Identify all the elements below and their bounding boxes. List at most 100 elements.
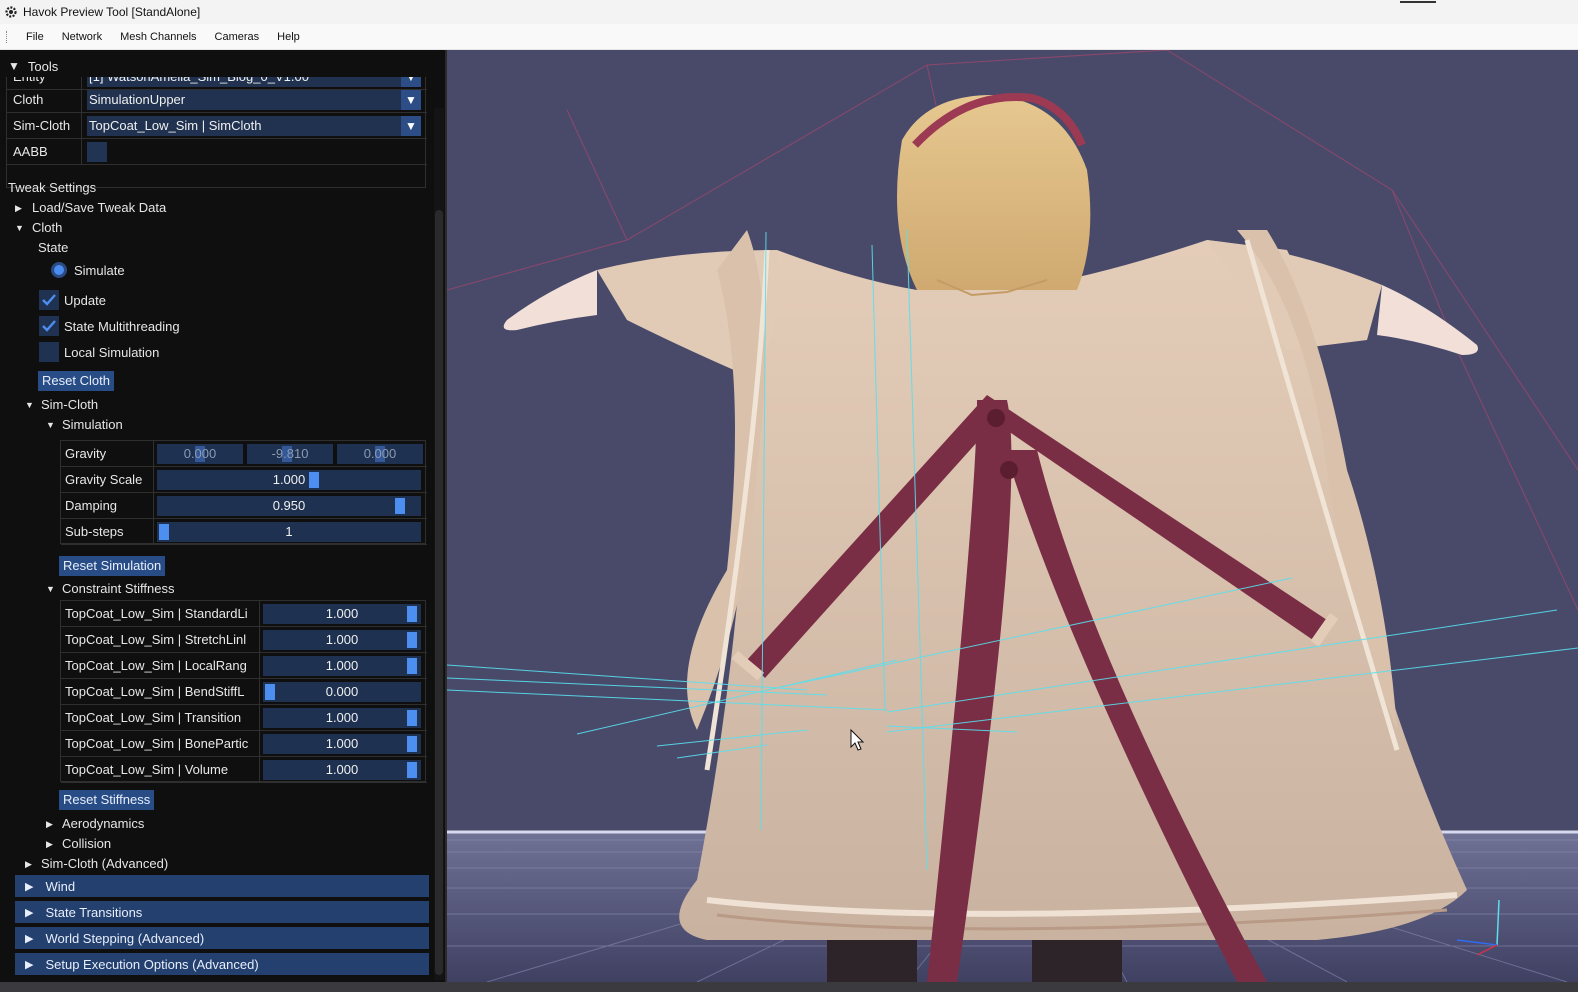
expand-triangle-icon[interactable]: ▶ <box>25 859 32 870</box>
reset-stiffness-button[interactable]: Reset Stiffness <box>59 790 155 810</box>
constraint-row: TopCoat_Low_Sim | LocalRang 1.000 <box>61 653 427 679</box>
damping-label: Damping <box>65 498 118 513</box>
constraint-value: 1.000 <box>325 606 359 621</box>
gravity-scale-row: Gravity Scale 1.000 <box>61 467 427 493</box>
cloth-node[interactable]: Cloth <box>32 220 62 235</box>
reset-cloth-button[interactable]: Reset Cloth <box>38 371 114 391</box>
constraint-row: TopCoat_Low_Sim | StretchLinl 1.000 <box>61 627 427 653</box>
collapse-triangle-icon[interactable]: ▼ <box>46 420 55 430</box>
constraint-row: TopCoat_Low_Sim | Transition 1.000 <box>61 705 427 731</box>
gravity-y-value: -9.810 <box>271 446 309 461</box>
status-strip <box>0 982 1578 992</box>
substeps-slider[interactable]: 1 <box>157 522 421 542</box>
constraint-stiffness-table: TopCoat_Low_Sim | StandardLi 1.000 TopCo… <box>60 600 427 783</box>
constraint-row: TopCoat_Low_Sim | BonePartic 1.000 <box>61 731 427 757</box>
scrollbar-thumb[interactable] <box>435 210 443 975</box>
constraint-slider[interactable]: 1.000 <box>263 708 421 728</box>
constraint-value: 1.000 <box>325 736 359 751</box>
constraint-value: 0.000 <box>325 684 359 699</box>
expand-triangle-icon[interactable]: ▶ <box>46 839 53 850</box>
expand-triangle-icon[interactable]: ▶ <box>46 819 53 830</box>
aabb-checkbox[interactable] <box>87 142 107 162</box>
state-transitions-label: State Transitions <box>45 904 143 920</box>
local-simulation-checkbox[interactable] <box>39 342 59 362</box>
expand-triangle-icon[interactable]: ▶ <box>25 880 33 893</box>
simulation-node[interactable]: Simulation <box>62 417 123 432</box>
tweak-settings-title: Tweak Settings <box>8 180 97 195</box>
setup-execution-header[interactable]: ▶ Setup Execution Options (Advanced) <box>15 953 429 975</box>
gravity-y-slider[interactable]: -9.810 <box>247 444 333 464</box>
simcloth-combo[interactable]: TopCoat_Low_Sim | SimCloth ▼ <box>87 116 421 136</box>
menu-help[interactable]: Help <box>268 31 309 43</box>
multithreading-checkbox[interactable] <box>39 316 59 336</box>
setup-execution-label: Setup Execution Options (Advanced) <box>45 956 259 972</box>
collision-node[interactable]: Collision <box>62 836 111 851</box>
tools-title: Tools <box>27 58 59 74</box>
constraint-value: 1.000 <box>325 632 359 647</box>
tools-header[interactable]: ▼ Tools <box>0 55 445 77</box>
sim-cloth-advanced-node[interactable]: Sim-Cloth (Advanced) <box>41 856 168 871</box>
cloth-label: Cloth <box>13 92 44 107</box>
expand-triangle-icon[interactable]: ▶ <box>25 958 33 971</box>
gravity-x-slider[interactable]: 0.000 <box>157 444 243 464</box>
constraint-slider[interactable]: 1.000 <box>263 630 421 650</box>
menu-grip-icon <box>6 30 9 43</box>
cloth-value: SimulationUpper <box>89 92 186 107</box>
sim-cloth-node[interactable]: Sim-Cloth <box>41 397 98 412</box>
state-transitions-header[interactable]: ▶ State Transitions <box>15 901 429 923</box>
gravity-z-slider[interactable]: 0.000 <box>337 444 423 464</box>
gravity-row: Gravity 0.000 -9.810 0.000 <box>61 441 427 467</box>
load-save-tweak-node[interactable]: Load/Save Tweak Data <box>32 200 166 215</box>
constraint-row: TopCoat_Low_Sim | StandardLi 1.000 <box>61 601 427 627</box>
gravity-label: Gravity <box>65 446 107 461</box>
chevron-down-icon[interactable]: ▼ <box>401 90 421 110</box>
constraint-slider[interactable]: 0.000 <box>263 682 421 702</box>
entity-selector-table: Entity [1] WatsonAmelia_Sim_Blog_0_V1.00… <box>6 64 427 188</box>
wind-header[interactable]: ▶ Wind <box>15 875 429 897</box>
constraint-slider[interactable]: 1.000 <box>263 734 421 754</box>
constraint-label: TopCoat_Low_Sim | Volume <box>65 762 229 777</box>
simulate-radio[interactable] <box>51 262 67 278</box>
simulation-table: Gravity 0.000 -9.810 0.000 Gravity Scale… <box>60 440 427 545</box>
constraint-row: TopCoat_Low_Sim | BendStiffL 0.000 <box>61 679 427 705</box>
damping-slider[interactable]: 0.950 <box>157 496 421 516</box>
update-checkbox[interactable] <box>39 290 59 310</box>
constraint-label: TopCoat_Low_Sim | LocalRang <box>65 658 247 673</box>
collapse-triangle-icon[interactable]: ▼ <box>8 59 20 73</box>
expand-triangle-icon[interactable]: ▶ <box>25 932 33 945</box>
expand-triangle-icon[interactable]: ▶ <box>15 203 22 214</box>
update-label: Update <box>64 293 106 308</box>
constraint-stiffness-node[interactable]: Constraint Stiffness <box>62 581 174 596</box>
reset-simulation-button[interactable]: Reset Simulation <box>59 556 166 576</box>
constraint-slider[interactable]: 1.000 <box>263 604 421 624</box>
state-label: State <box>38 240 69 255</box>
constraint-slider[interactable]: 1.000 <box>263 760 421 780</box>
constraint-slider[interactable]: 1.000 <box>263 656 421 676</box>
world-stepping-label: World Stepping (Advanced) <box>45 930 205 946</box>
constraint-row: TopCoat_Low_Sim | Volume 1.000 <box>61 757 427 783</box>
menu-network[interactable]: Network <box>53 31 111 43</box>
simcloth-row: Sim-Cloth TopCoat_Low_Sim | SimCloth ▼ <box>7 113 427 139</box>
collapse-triangle-icon[interactable]: ▼ <box>25 400 34 410</box>
local-simulation-label: Local Simulation <box>64 345 160 360</box>
constraint-label: TopCoat_Low_Sim | StandardLi <box>65 606 248 621</box>
gravity-scale-slider[interactable]: 1.000 <box>157 470 421 490</box>
world-stepping-header[interactable]: ▶ World Stepping (Advanced) <box>15 927 429 949</box>
chevron-down-icon[interactable]: ▼ <box>401 116 421 136</box>
substeps-row: Sub-steps 1 <box>61 519 427 545</box>
minimize-icon[interactable] <box>1400 0 1436 3</box>
expand-triangle-icon[interactable]: ▶ <box>25 906 33 919</box>
cloth-combo[interactable]: SimulationUpper ▼ <box>87 90 421 110</box>
menu-mesh-channels[interactable]: Mesh Channels <box>111 31 205 43</box>
simcloth-value: TopCoat_Low_Sim | SimCloth <box>89 118 262 133</box>
aerodynamics-node[interactable]: Aerodynamics <box>62 816 144 831</box>
collapse-triangle-icon[interactable]: ▼ <box>15 223 24 233</box>
gravity-x-value: 0.000 <box>183 446 217 461</box>
constraint-label: TopCoat_Low_Sim | StretchLinl <box>65 632 247 647</box>
menu-file[interactable]: File <box>17 31 53 43</box>
window-title: Havok Preview Tool [StandAlone] <box>23 5 201 19</box>
collapse-triangle-icon[interactable]: ▼ <box>46 584 55 594</box>
3d-viewport[interactable] <box>447 50 1578 982</box>
character-hair <box>897 93 1091 297</box>
menu-cameras[interactable]: Cameras <box>206 31 269 43</box>
